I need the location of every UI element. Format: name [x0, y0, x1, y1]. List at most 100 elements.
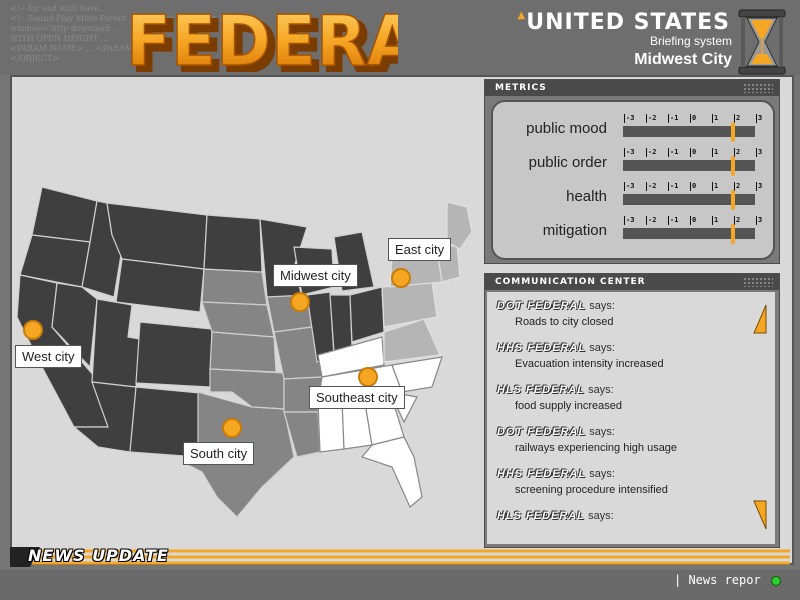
metric-tick-label: 1: [711, 216, 719, 225]
metric-tick-row: -3 -2 -1 0 1 2 3: [623, 182, 762, 192]
scroll-down-button[interactable]: [753, 500, 767, 530]
metric-tick-label: -1: [667, 182, 679, 191]
metric-tick-label: -2: [645, 182, 657, 191]
metric-tick-label: 3: [755, 114, 763, 123]
metric-tick-row: -3 -2 -1 0 1 2 3: [623, 216, 762, 226]
metric-bar: [623, 126, 755, 137]
region-title-text: UNITED STATES: [526, 10, 730, 35]
metric-tick-label: 2: [733, 114, 741, 123]
message-agency: HHS FEDERAL: [497, 342, 587, 354]
message-agency: HLS FEDERAL: [497, 384, 585, 396]
southeast-city-marker[interactable]: [358, 367, 378, 387]
metrics-list: public mood -3 -2 -1 0 1 2 3 public order -3 -2 -1 0…: [491, 100, 775, 260]
metric-tick-label: -3: [623, 216, 635, 225]
metric-tick-label: -2: [645, 216, 657, 225]
metric-needle[interactable]: [731, 190, 735, 210]
east-city-label[interactable]: East city: [388, 238, 452, 261]
message-header: HLS FEDERAL says:: [497, 510, 614, 522]
metric-label: public mood: [526, 120, 607, 137]
metric-tick-label: -3: [623, 114, 635, 123]
news-title: NEWS UPDATE: [28, 546, 169, 565]
message-header: HHS FEDERAL says:: [497, 342, 615, 354]
metric-scale: -3 -2 -1 0 1 2 3: [623, 182, 762, 212]
metric-tick-label: 3: [755, 216, 763, 225]
status-led-icon: [771, 576, 781, 586]
southeast-city-label[interactable]: Southeast city: [309, 386, 405, 409]
west-city-label[interactable]: West city: [15, 345, 82, 368]
metric-bar: [623, 194, 755, 205]
city-title: Midwest City: [634, 51, 732, 68]
message-agency: DOT FEDERAL: [497, 300, 587, 312]
message-text: Roads to city closed: [515, 316, 614, 328]
metric-tick-label: -3: [623, 182, 635, 191]
state-nd: [203, 214, 263, 273]
grip-icon: [743, 277, 773, 287]
metric-tick-label: 0: [689, 182, 697, 191]
communication-panel: COMMUNICATION CENTER DOT FEDERAL says: Ro…: [484, 273, 780, 548]
metric-label: mitigation: [542, 222, 607, 239]
metric-needle[interactable]: [731, 156, 735, 176]
metric-tick-label: 0: [689, 148, 697, 157]
metric-bar: [623, 160, 755, 171]
metrics-header: METRICS: [485, 80, 779, 96]
metric-tick-label: 1: [711, 148, 719, 157]
metric-bar: [623, 228, 755, 239]
scroll-up-button[interactable]: [753, 304, 767, 334]
midwest-city-label[interactable]: Midwest city: [273, 264, 358, 287]
metric-tick-label: 2: [733, 182, 741, 191]
state-oh: [349, 286, 385, 343]
message-agency: DOT FEDERAL: [497, 426, 587, 438]
subtitle: Briefing system: [649, 34, 732, 48]
message-agency: HLS FEDERAL: [497, 510, 585, 522]
metric-tick-label: 3: [755, 182, 763, 191]
midwest-city-marker[interactable]: [290, 292, 310, 312]
news-ticker: | News repor: [674, 573, 761, 587]
hourglass-icon: [738, 9, 786, 75]
metric-tick-label: -2: [645, 114, 657, 123]
state-in: [329, 294, 353, 353]
message-header: HHS FEDERAL says:: [497, 468, 615, 480]
triangle-icon: ▲: [517, 10, 527, 21]
metric-tick-label: 2: [733, 216, 741, 225]
metric-scale: -3 -2 -1 0 1 2 3: [623, 148, 762, 178]
region-title: ▲UNITED STATES: [518, 10, 730, 35]
metric-tick-label: -2: [645, 148, 657, 157]
metric-scale: -3 -2 -1 0 1 2 3: [623, 114, 762, 144]
metrics-panel: METRICS public mood -3 -2 -1 0 1 2 3 public orde…: [484, 79, 780, 264]
metric-scale: -3 -2 -1 0 1 2 3: [623, 216, 762, 246]
metric-needle[interactable]: [731, 122, 735, 142]
state-wa: [31, 187, 98, 243]
state-sd: [201, 268, 268, 306]
message-says: says:: [588, 384, 614, 396]
message-says: says:: [589, 300, 615, 312]
message-list[interactable]: DOT FEDERAL says: Roads to city closed HHS…: [487, 292, 775, 544]
message-text: Evacuation intensity increased: [515, 358, 664, 370]
federal-logo-text: FEDERAL: [126, 1, 398, 72]
state-ks: [209, 331, 277, 373]
metric-needle[interactable]: [731, 224, 735, 244]
metric-tick-row: -3 -2 -1 0 1 2 3: [623, 148, 762, 158]
west-city-marker[interactable]: [23, 320, 43, 340]
app-window: <!-- for and with have... <!-- Sound Pla…: [0, 0, 800, 600]
metric-tick-label: 0: [689, 114, 697, 123]
metrics-title: METRICS: [495, 83, 547, 93]
message-text: food supply increased: [515, 400, 623, 412]
metric-tick-label: -1: [667, 148, 679, 157]
south-city-marker[interactable]: [222, 418, 242, 438]
metric-tick-label: 1: [711, 182, 719, 191]
metric-label: health: [566, 188, 607, 205]
east-city-marker[interactable]: [391, 268, 411, 288]
state-pa: [381, 281, 438, 328]
state-ut: [91, 298, 141, 388]
metric-tick-label: 3: [755, 148, 763, 157]
message-says: says:: [588, 510, 614, 522]
message-text: screening procedure intensified: [515, 484, 668, 496]
federal-logo: FEDERAL FEDERAL: [125, 0, 398, 72]
message-says: says:: [589, 468, 615, 480]
south-city-label[interactable]: South city: [183, 442, 255, 465]
metric-tick-label: -1: [667, 114, 679, 123]
metric-tick-label: -1: [667, 216, 679, 225]
metric-tick-label: 0: [689, 216, 697, 225]
metric-tick-label: 2: [733, 148, 741, 157]
message-header: HLS FEDERAL says:: [497, 384, 614, 396]
